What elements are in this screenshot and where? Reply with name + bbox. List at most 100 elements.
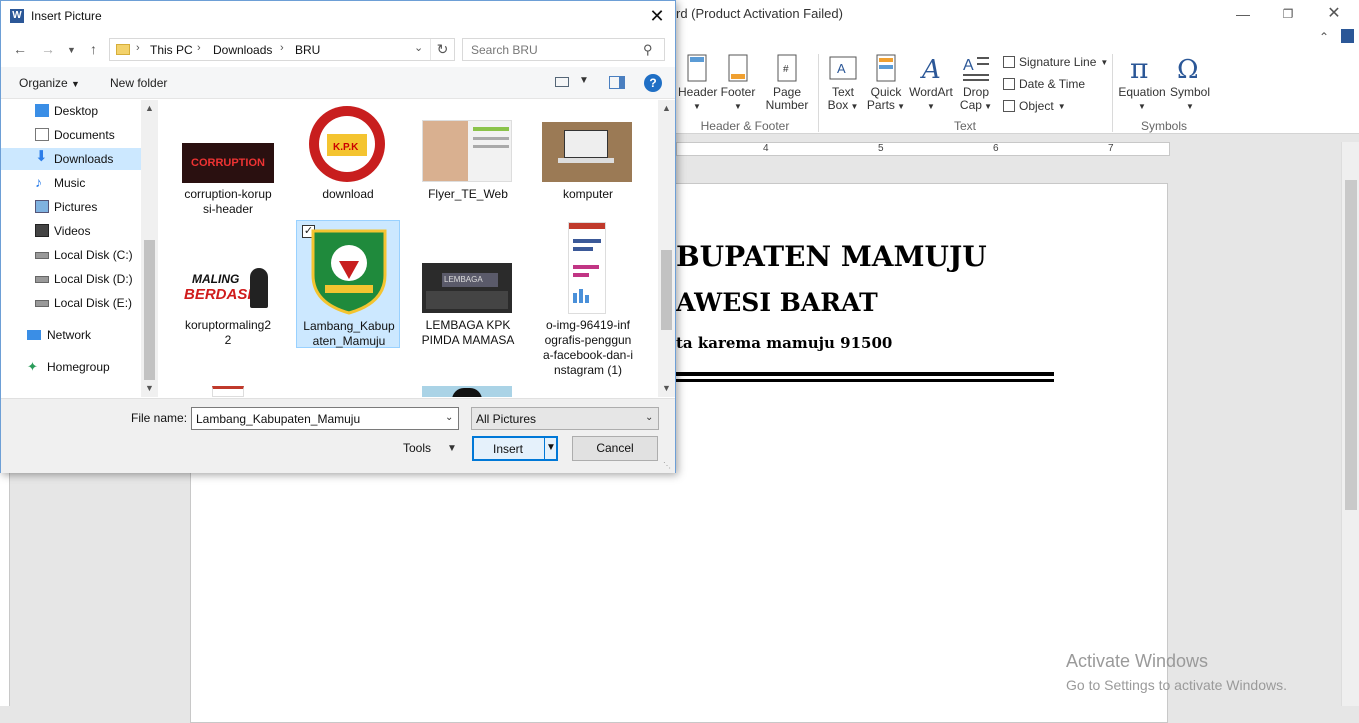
file-item-partial[interactable] [416,380,520,397]
address-bar[interactable]: › This PC › Downloads › BRU ⌄ ↻ [109,38,455,61]
search-input[interactable]: Search BRU ⚲ [462,38,665,61]
document-scrollbar-thumb[interactable] [1345,180,1357,510]
nav-scrollbar-thumb[interactable] [144,240,155,380]
new-folder-button[interactable]: New folder [110,76,167,90]
file-item-download[interactable]: K.P.K download [296,102,400,230]
sidebar-item-downloads[interactable]: ⬇ Downloads [1,148,141,170]
chevron-down-icon[interactable]: ▼ [579,75,589,86]
drive-icon [35,300,49,307]
drop-cap-button[interactable]: A Drop Cap ▼ [957,54,995,113]
resize-grip-icon[interactable]: ⋱ [663,461,671,470]
sidebar-item-documents[interactable]: Documents [1,124,141,146]
page-number-button[interactable]: # Page Number [760,54,814,112]
chevron-down-icon[interactable]: ▼ [447,443,457,454]
nav-scrollbar[interactable]: ▲ ▼ [141,100,158,397]
tools-button[interactable]: Tools [403,441,431,455]
wordart-button[interactable]: A WordArt ▼ [908,54,954,113]
breadcrumb-downloads[interactable]: Downloads [213,43,272,57]
document-scrollbar[interactable] [1341,142,1359,706]
text-box-icon: A [829,56,857,80]
text-box-button[interactable]: A Text Box ▼ [824,54,862,113]
group-label-text: Text [953,119,976,133]
cancel-button[interactable]: Cancel [572,436,658,461]
insert-options-chevron-icon[interactable]: ▼ [546,442,556,453]
minimize-icon[interactable]: — [1228,3,1258,25]
file-name-input[interactable]: Lambang_Kabupaten_Mamuju [191,407,459,430]
sidebar-item-homegroup[interactable]: ✦ Homegroup [1,356,141,378]
word-logo-icon: W [10,9,24,23]
restore-icon[interactable]: ❐ [1273,3,1303,25]
preview-pane-icon[interactable] [609,76,625,89]
file-item-corruption[interactable]: CORRUPTION corruption-korup si-header [176,102,280,230]
date-time-button[interactable]: Date & Time [1003,77,1085,91]
breadcrumb-this-pc[interactable]: This PC [150,43,193,57]
svg-text:A: A [963,57,974,74]
close-icon[interactable]: ✕ [1319,3,1349,25]
desktop-icon [35,104,49,117]
file-list-scrollbar[interactable]: ▲ ▼ [658,100,675,397]
chevron-right-icon[interactable]: › [136,42,140,54]
quick-parts-button[interactable]: Quick Parts ▼ [866,54,906,113]
file-item-lembaga-kpk[interactable]: LEMBAGA LEMBAGA KPK PIMDA MAMASA [416,220,520,348]
chevron-right-icon[interactable]: › [197,42,201,54]
object-button[interactable]: Object ▼ [1003,99,1066,113]
file-item-lambang-kabupaten-mamuju[interactable]: ✓ Lambang_Kabup aten_Mamuju [296,220,400,348]
sidebar-item-desktop[interactable]: Desktop [1,100,141,122]
ribbon-separator [1112,54,1113,132]
signature-line-icon [1003,56,1015,68]
organize-button[interactable]: Organize ▼ [19,76,80,90]
symbol-button[interactable]: Ω Symbol ▼ [1168,54,1212,113]
recent-locations-icon[interactable]: ▼ [67,45,76,55]
page-number-icon: # [777,54,797,82]
back-arrow-icon[interactable]: ← [13,41,27,57]
sidebar-item-local-disk-c[interactable]: Local Disk (C:) [1,244,141,266]
scroll-down-icon[interactable]: ▼ [145,383,154,393]
signature-line-button[interactable]: Signature Line ▼ [1003,55,1108,69]
close-icon[interactable]: ✕ [645,5,669,27]
chevron-down-icon[interactable]: ⌄ [645,412,653,423]
quick-parts-icon [876,54,896,82]
sidebar-item-music[interactable]: ♪ Music [1,172,141,194]
music-icon: ♪ [35,174,42,190]
scroll-up-icon[interactable]: ▲ [662,103,671,113]
sidebar-item-videos[interactable]: Videos [1,220,141,242]
footer-icon [728,54,748,82]
file-name: corruption-korup si-header [184,187,272,216]
sidebar-item-local-disk-d[interactable]: Local Disk (D:) [1,268,141,290]
file-item-infografis[interactable]: o-img-96419-inf ografis-penggun a-facebo… [536,220,640,377]
collapse-ribbon-icon[interactable]: ⌃ [1319,30,1329,44]
file-item-flyer[interactable]: Flyer_TE_Web [416,102,520,230]
footer-button[interactable]: Footer ▼ [719,54,757,113]
search-icon: ⚲ [643,42,653,57]
file-name: komputer [562,187,614,201]
scroll-up-icon[interactable]: ▲ [145,103,154,113]
chevron-right-icon[interactable]: › [280,42,284,54]
sidebar-item-network[interactable]: Network [1,324,141,346]
sidebar-item-local-disk-e[interactable]: Local Disk (E:) [1,292,141,314]
ruler-number: 4 [763,143,769,154]
up-arrow-icon[interactable]: ↑ [90,41,97,57]
split-divider [544,438,545,459]
file-item-partial[interactable] [176,380,280,397]
file-item-komputer[interactable]: komputer [536,102,640,230]
forward-arrow-icon[interactable]: → [41,41,55,57]
chevron-down-icon[interactable]: ⌄ [445,412,453,423]
view-options-icon[interactable] [555,77,569,87]
insert-button[interactable]: Insert ▼ [472,436,558,461]
help-icon[interactable]: ? [644,74,662,92]
chevron-down-icon[interactable]: ⌄ [414,41,423,54]
header-button[interactable]: Header ▼ [678,54,717,113]
file-item-koruptor-maling[interactable]: MALING BERDASI koruptormaling2 2 [176,220,280,348]
refresh-icon[interactable]: ↻ [430,39,454,60]
file-name: o-img-96419-inf ografis-penggun a-facebo… [542,318,634,377]
sidebar-item-pictures[interactable]: Pictures [1,196,141,218]
breadcrumb-bru[interactable]: BRU [295,43,320,57]
downloads-icon: ⬇ [35,148,48,165]
file-list-scrollbar-thumb[interactable] [661,250,672,330]
thumbnail-text: CORRUPTION [191,157,265,169]
equation-button[interactable]: π Equation ▼ [1116,54,1168,113]
file-type-select[interactable]: All Pictures [471,407,659,430]
scroll-down-icon[interactable]: ▼ [662,383,671,393]
svg-text:Ω: Ω [1177,55,1199,82]
help-question-icon[interactable] [1341,29,1354,43]
